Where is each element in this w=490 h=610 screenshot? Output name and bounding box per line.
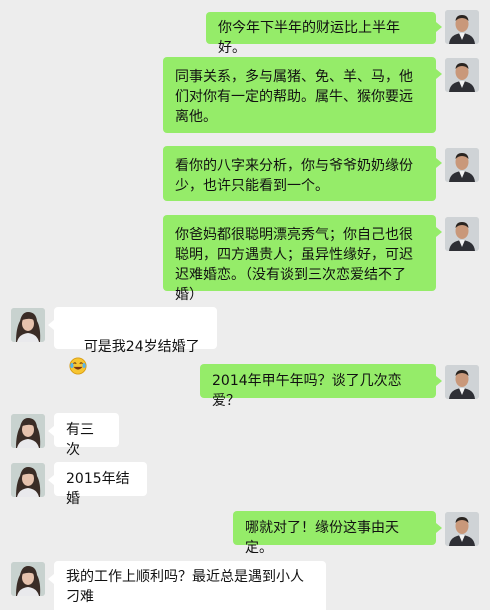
message-bubble-outgoing[interactable]: 你今年下半年的财运比上半年好。 — [206, 12, 436, 56]
laughing-tears-emoji — [69, 357, 87, 375]
woman-avatar-icon[interactable] — [11, 414, 45, 448]
man-avatar-icon[interactable] — [445, 365, 479, 399]
bubble-tail — [436, 523, 442, 533]
chat-message-list: 你今年下半年的财运比上半年好。 同事关系，多与属猪、免、羊、马，他们对你有一定的… — [0, 0, 490, 610]
message-bubble-incoming[interactable]: 2015年结婚 — [54, 462, 147, 507]
message-text: 可是我24岁结婚了 — [83, 339, 200, 355]
message-bubble-outgoing[interactable]: 同事关系，多与属猪、免、羊、马，他们对你有一定的帮助。属牛、猴你要远离他。 — [163, 57, 436, 133]
message-bubble-incoming[interactable]: 我的工作上顺利吗？最近总是遇到小人刁难 — [54, 561, 326, 610]
message-bubble-incoming[interactable]: 有三次 — [54, 413, 119, 458]
woman-avatar-icon[interactable] — [11, 463, 45, 497]
bubble-tail — [436, 158, 442, 168]
man-avatar-icon[interactable] — [445, 10, 479, 44]
man-avatar-icon[interactable] — [445, 58, 479, 92]
message-bubble-outgoing[interactable]: 哪就对了！缘份这事由天定。 — [233, 511, 436, 556]
message-bubble-outgoing[interactable]: 你爸妈都很聪明漂亮秀气；你自己也很聪明，四方遇贵人；虽异性缘好，可迟迟难婚恋。（… — [163, 215, 436, 303]
message-bubble-outgoing[interactable]: 看你的八字来分析，你与爷爷奶奶缘份少，也许只能看到一个。 — [163, 146, 436, 201]
bubble-tail — [436, 69, 442, 79]
man-avatar-icon[interactable] — [445, 148, 479, 182]
woman-avatar-icon[interactable] — [11, 562, 45, 596]
bubble-tail — [436, 376, 442, 386]
message-bubble-outgoing[interactable]: 2014年甲午年吗？谈了几次恋爱？ — [200, 364, 436, 409]
message-bubble-incoming[interactable]: 可是我24岁结婚了 — [54, 307, 217, 375]
woman-avatar-icon[interactable] — [11, 308, 45, 342]
bubble-tail — [436, 227, 442, 237]
man-avatar-icon[interactable] — [445, 217, 479, 251]
man-avatar-icon[interactable] — [445, 512, 479, 546]
bubble-tail — [436, 22, 442, 32]
